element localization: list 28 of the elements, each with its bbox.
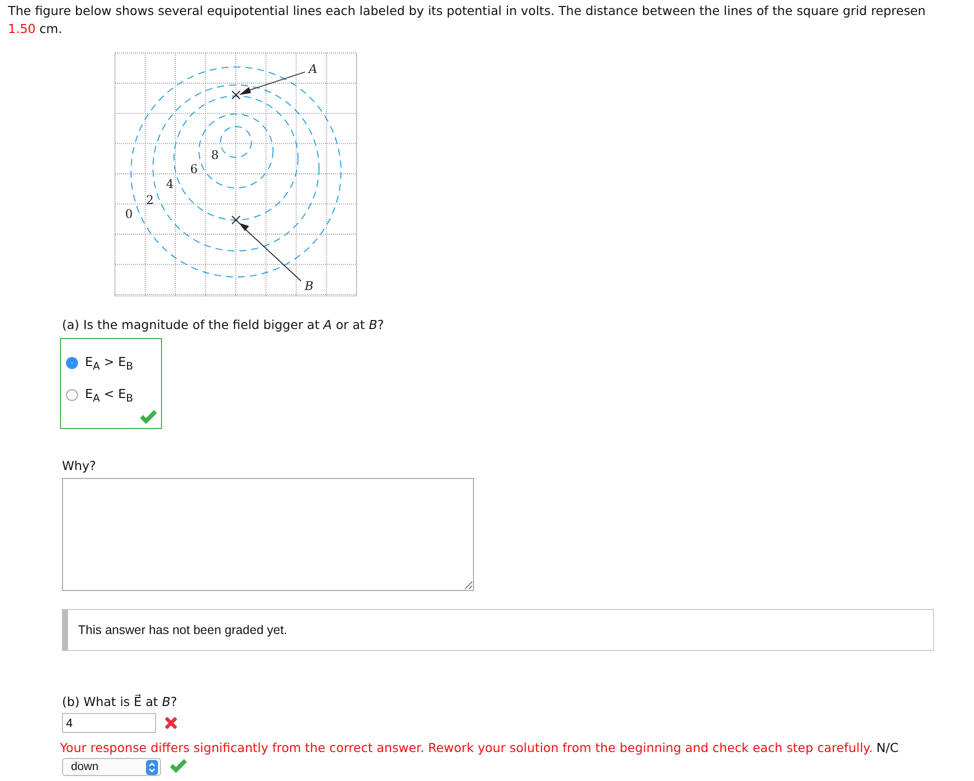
cross-mark: [232, 90, 240, 100]
question-text: (a) Is the magnitude of the field bigger at A or at B?: [62, 317, 385, 332]
potential-label: 6: [190, 162, 198, 176]
option-label: E$_{A}$ > E$_{B}$: [85, 354, 134, 372]
radio-button[interactable]: [66, 389, 78, 401]
distance-value: 1.50: [8, 21, 36, 36]
cross-mark: [232, 216, 240, 224]
unit-label: N/C: [876, 740, 898, 755]
why-label: Why?: [62, 458, 98, 473]
arrow: [239, 72, 306, 95]
radio-button[interactable]: [66, 357, 78, 369]
potential-label: 8: [211, 148, 219, 162]
potential-label: 0: [125, 207, 133, 221]
grading-note: This answer has not been graded yet.: [62, 609, 934, 651]
potential-label: 2: [146, 193, 154, 207]
feedback-text: Your response differs significantly from the correct answer. Rework your solution from the beginning and check each step carefully.: [60, 740, 873, 755]
option-label: E$_{A}$ < E$_{B}$: [85, 386, 134, 404]
distance-unit: cm.: [39, 21, 62, 36]
answer-textarea[interactable]: [62, 478, 474, 591]
potential-label: 4: [166, 177, 174, 191]
question-text: (b) What is E⃗ at B?: [62, 694, 178, 710]
stepper-icon: [146, 760, 158, 774]
point-label: B: [304, 279, 314, 293]
intro-text: The figure below shows several equipotential lines each labeled by its potential in volts. The distance between the lines of the square grid represen: [8, 3, 926, 18]
direction-select[interactable]: down: [62, 758, 161, 776]
point-label: A: [308, 62, 318, 76]
arrow: [239, 223, 302, 282]
answer-field[interactable]: 4: [62, 713, 156, 733]
